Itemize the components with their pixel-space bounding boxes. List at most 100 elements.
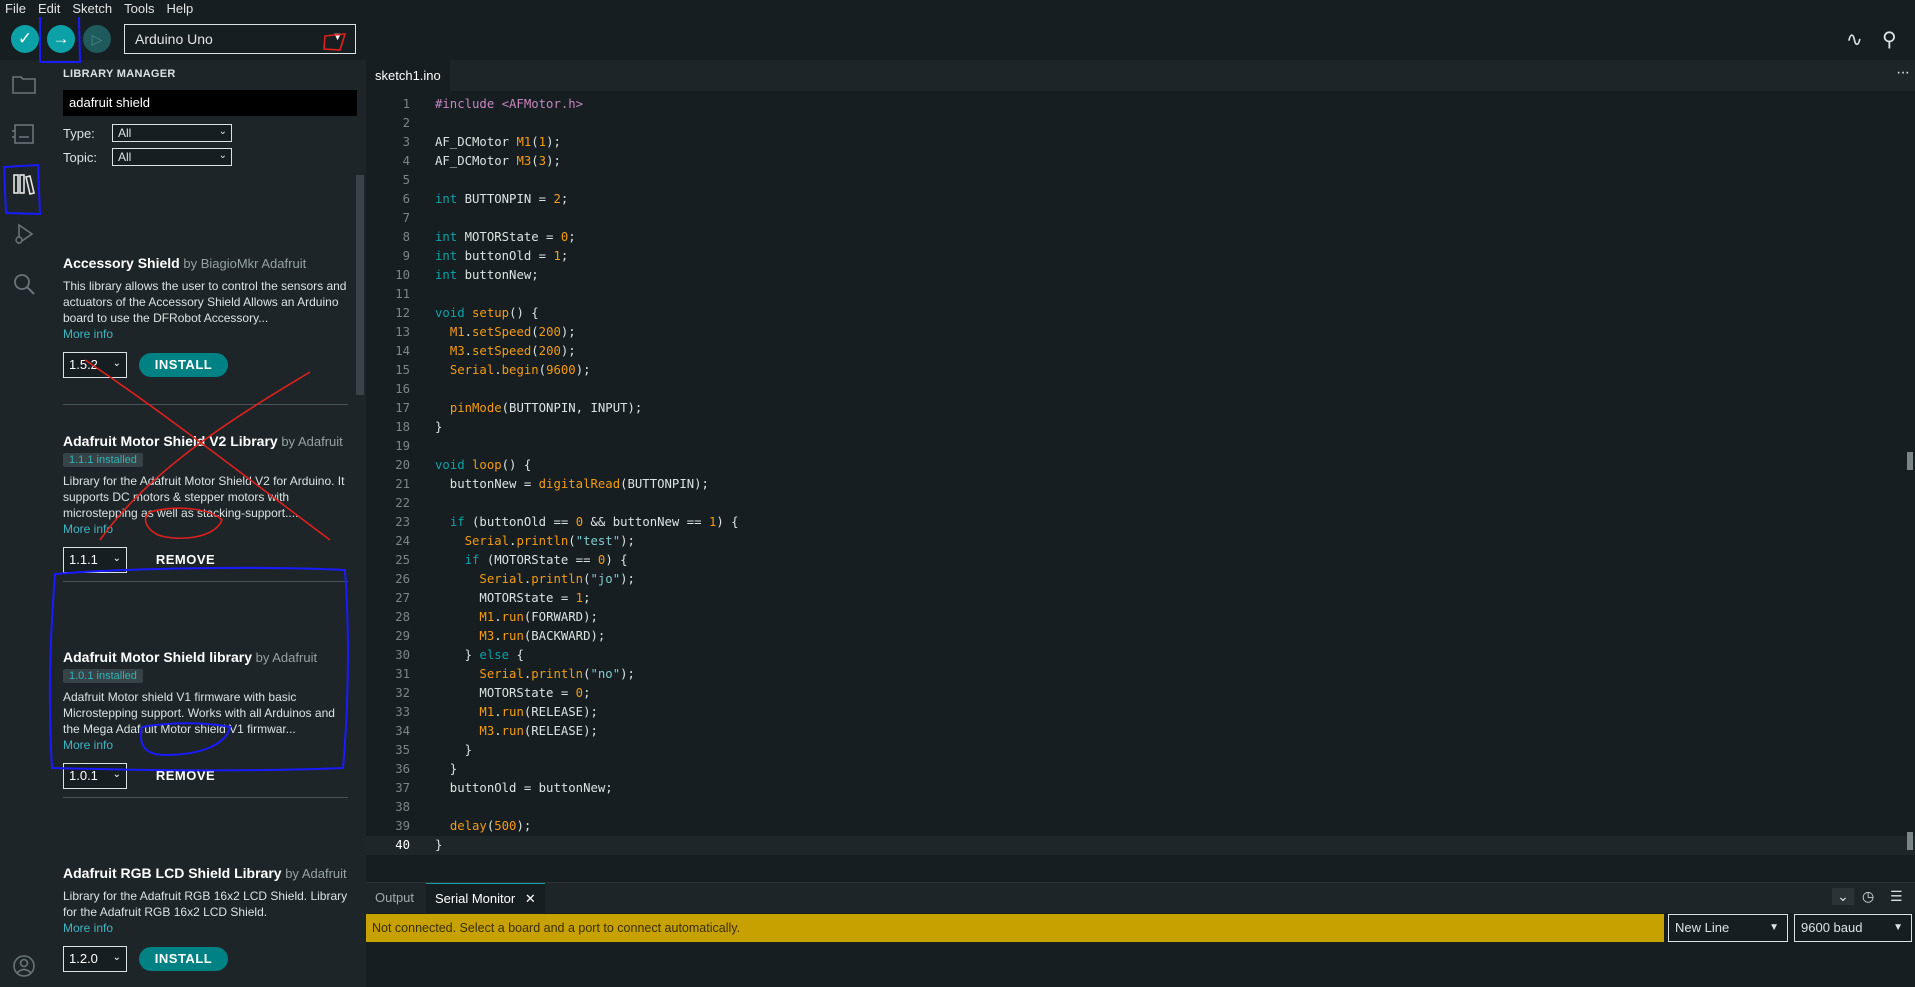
connection-notice: Not connected. Select a board and a port… (366, 914, 1664, 942)
install-button[interactable]: INSTALL (139, 353, 228, 377)
debug-button[interactable]: ▷ (83, 25, 111, 53)
menu-sketch[interactable]: Sketch (72, 1, 112, 16)
code-line[interactable]: 27 MOTORState = 1; (366, 589, 1915, 608)
code-line[interactable]: 10 int buttonNew; (366, 266, 1915, 285)
menu-tools[interactable]: Tools (124, 1, 154, 16)
code-line[interactable]: 2 (366, 114, 1915, 133)
code-line[interactable]: 17 pinMode(BUTTONPIN, INPUT); (366, 399, 1915, 418)
more-info-link[interactable]: More info (63, 521, 348, 537)
code-line[interactable]: 4 AF_DCMotor M3(3); (366, 152, 1915, 171)
tab-sketch1[interactable]: sketch1.ino (366, 60, 450, 91)
sketchbook-button[interactable] (8, 68, 40, 100)
code-line[interactable]: 32 MOTORState = 0; (366, 684, 1915, 703)
search-icon (14, 274, 35, 295)
line-number: 25 (395, 553, 410, 567)
code-line[interactable]: 9 int buttonOld = 1; (366, 247, 1915, 266)
code-line[interactable]: 13 M1.setSpeed(200); (366, 323, 1915, 342)
board-selector[interactable]: Arduino Uno ▼ (124, 24, 356, 54)
more-info-link[interactable]: More info (63, 326, 348, 342)
line-number: 38 (395, 800, 410, 814)
type-select[interactable]: All ⌄ (112, 124, 232, 142)
code-line[interactable]: 15 Serial.begin(9600); (366, 361, 1915, 380)
code-line[interactable]: 18} (366, 418, 1915, 437)
code-line[interactable]: 23 if (buttonOld == 0 && buttonNew == 1)… (366, 513, 1915, 532)
code-line[interactable]: 37 buttonOld = buttonNew; (366, 779, 1915, 798)
code-text: Serial.println("jo"); (479, 572, 635, 586)
autoscroll-toggle[interactable]: ⌄ (1832, 888, 1854, 905)
remove-button[interactable]: REMOVE (141, 764, 230, 788)
code-line[interactable]: 1 #include <AFMotor.h> (366, 95, 1915, 114)
code-line[interactable]: 39 delay(500); (366, 817, 1915, 836)
version-select[interactable]: 1.0.1 ⌄ (63, 763, 127, 789)
scroll-marker (1907, 832, 1913, 850)
code-line[interactable]: 8 int MOTORState = 0; (366, 228, 1915, 247)
library-description: Library for the Adafruit Motor Shield V2… (63, 474, 345, 520)
code-line[interactable]: 24 Serial.println("test"); (366, 532, 1915, 551)
menu-file[interactable]: File (5, 1, 26, 16)
line-number: 15 (395, 363, 410, 377)
tab-output[interactable]: Output (366, 883, 423, 913)
code-line[interactable]: 34 M3.run(RELEASE); (366, 722, 1915, 741)
code-line[interactable]: 26 Serial.println("jo"); (366, 570, 1915, 589)
menu-edit[interactable]: Edit (38, 1, 60, 16)
library-search-input[interactable]: adafruit shield (63, 90, 357, 116)
code-line[interactable]: 25 if (MOTORState == 0) { (366, 551, 1915, 570)
more-info-link[interactable]: More info (63, 920, 348, 936)
code-line[interactable]: 14 M3.setSpeed(200); (366, 342, 1915, 361)
code-line[interactable]: 16 (366, 380, 1915, 399)
library-manager-button[interactable] (8, 168, 40, 200)
clear-output-button[interactable]: ☰ (1890, 888, 1903, 905)
code-text: M1.setSpeed(200); (449, 325, 576, 339)
search-button[interactable] (8, 268, 40, 300)
library-description: Adafruit Motor shield V1 firmware with b… (63, 690, 335, 736)
remove-button[interactable]: REMOVE (141, 548, 230, 572)
line-number: 28 (395, 610, 410, 624)
code-line[interactable]: 22 (366, 494, 1915, 513)
serial-monitor-button[interactable]: ⚲ (1882, 27, 1897, 52)
upload-button[interactable]: → (47, 25, 75, 53)
code-line[interactable]: 6 int BUTTONPIN = 2; (366, 190, 1915, 209)
code-line[interactable]: 12 void setup() { (366, 304, 1915, 323)
code-text: int BUTTONPIN = 2; (435, 192, 569, 206)
line-number: 33 (395, 705, 410, 719)
code-text: void setup() { (435, 306, 539, 320)
version-select[interactable]: 1.2.0 ⌄ (63, 946, 127, 972)
code-line[interactable]: 7 (366, 209, 1915, 228)
code-line[interactable]: 11 (366, 285, 1915, 304)
verify-button[interactable]: ✓ (11, 25, 39, 53)
code-line[interactable]: 35 } (366, 741, 1915, 760)
menu-help[interactable]: Help (166, 1, 193, 16)
code-line[interactable]: 19 (366, 437, 1915, 456)
library-scrollbar[interactable] (356, 175, 364, 395)
debug-icon (15, 223, 34, 245)
code-line[interactable]: 30 } else { (366, 646, 1915, 665)
version-select[interactable]: 1.1.1 ⌄ (63, 547, 127, 573)
account-button[interactable] (8, 950, 40, 982)
version-select[interactable]: 1.5.2 ⌄ (63, 352, 127, 378)
line-number: 37 (395, 781, 410, 795)
topic-select[interactable]: All ⌄ (112, 148, 232, 166)
code-line[interactable]: 33 M1.run(RELEASE); (366, 703, 1915, 722)
code-line[interactable]: 29 M3.run(BACKWARD); (366, 627, 1915, 646)
code-line[interactable]: 36 } (366, 760, 1915, 779)
boards-manager-button[interactable] (8, 118, 40, 150)
code-line[interactable]: 28 M1.run(FORWARD); (366, 608, 1915, 627)
code-line[interactable]: 31 Serial.println("no"); (366, 665, 1915, 684)
baud-rate-select[interactable]: 9600 baud ▼ (1794, 914, 1912, 942)
timestamp-toggle[interactable]: ◷ (1862, 888, 1874, 905)
code-line[interactable]: 38 (366, 798, 1915, 817)
tab-serial-monitor[interactable]: Serial Monitor ✕ (426, 883, 545, 913)
code-line[interactable]: 21 buttonNew = digitalRead(BUTTONPIN); (366, 475, 1915, 494)
line-number: 29 (395, 629, 410, 643)
code-line[interactable]: 3 AF_DCMotor M1(1); (366, 133, 1915, 152)
line-ending-select[interactable]: New Line ▼ (1668, 914, 1788, 942)
install-button[interactable]: INSTALL (139, 947, 228, 971)
serial-plotter-button[interactable]: ∿ (1846, 27, 1863, 52)
more-info-link[interactable]: More info (63, 737, 348, 753)
close-icon[interactable]: ✕ (525, 891, 536, 906)
debug-panel-button[interactable] (8, 218, 40, 250)
code-line[interactable]: 40} (366, 836, 1915, 855)
code-line[interactable]: 20 void loop() { (366, 456, 1915, 475)
ellipsis-icon[interactable]: ··· (1896, 64, 1910, 82)
code-line[interactable]: 5 (366, 171, 1915, 190)
